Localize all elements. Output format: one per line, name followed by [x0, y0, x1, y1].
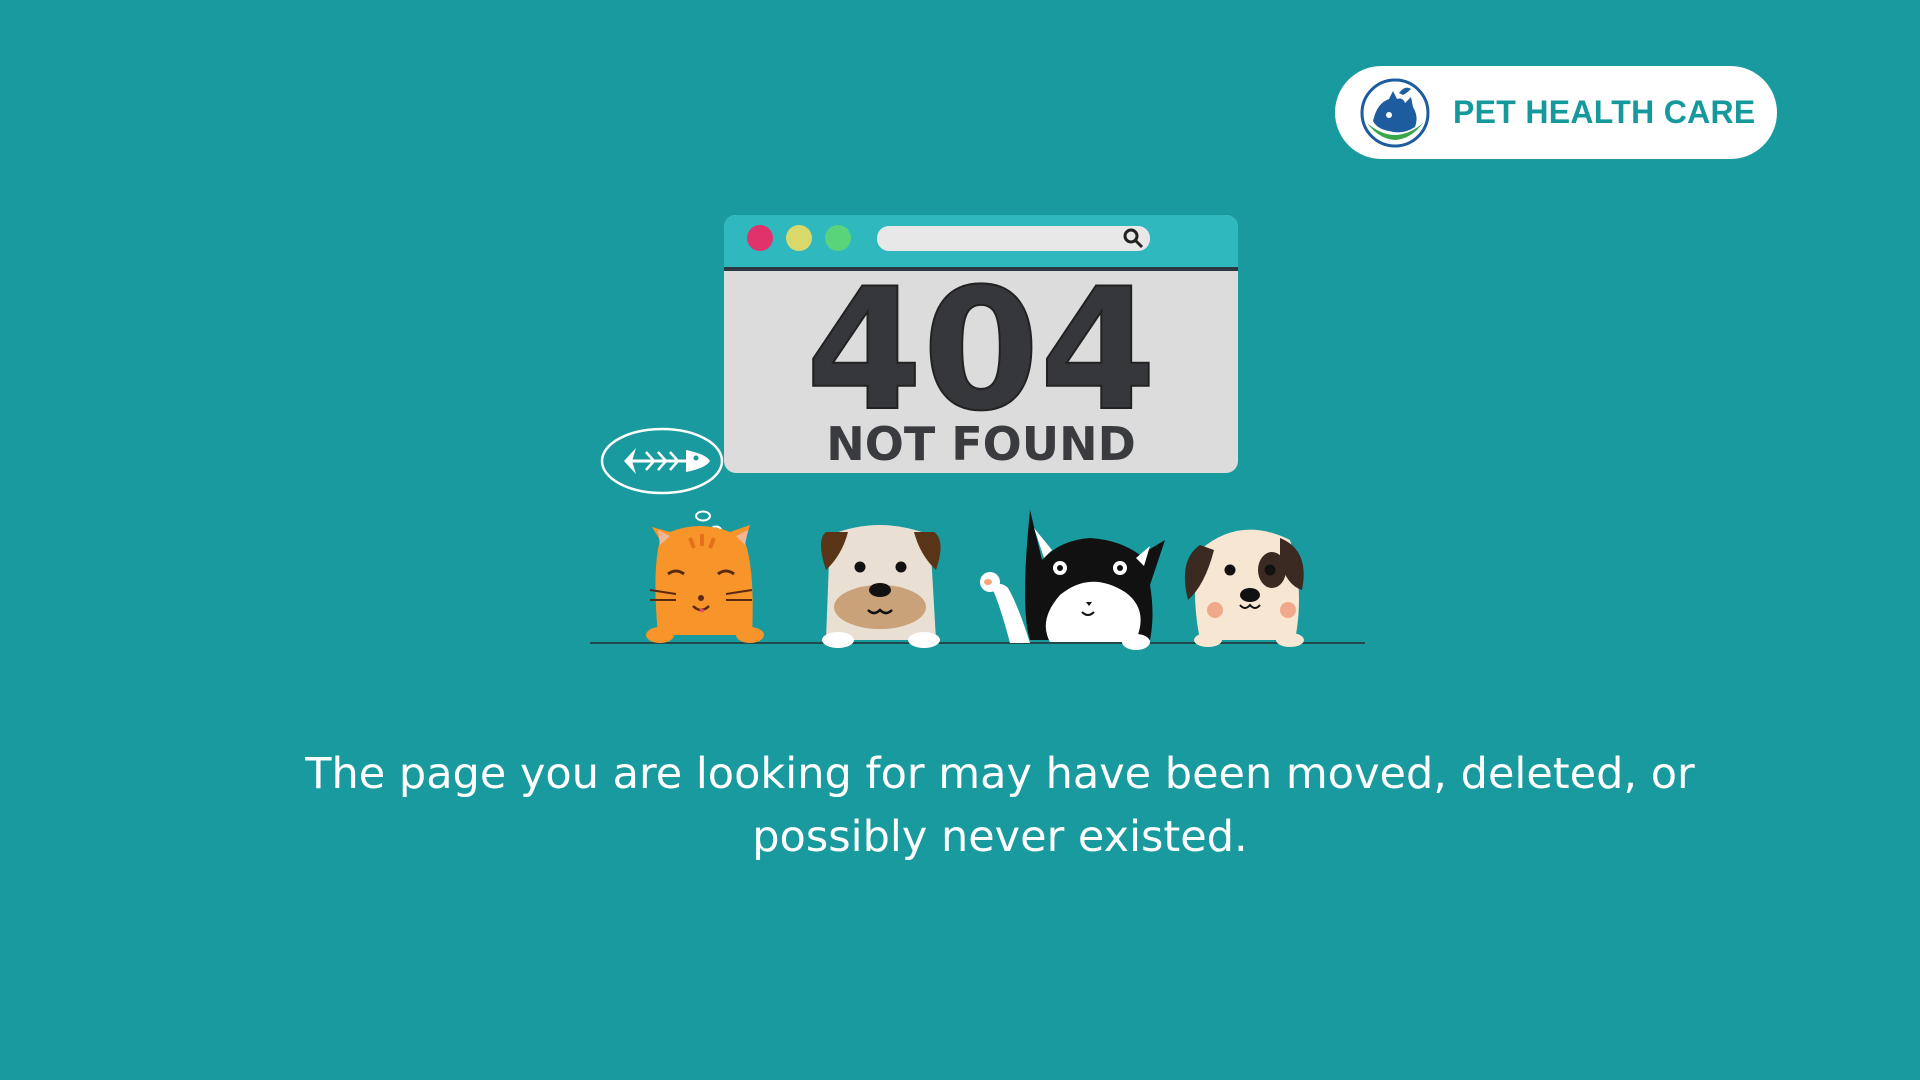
- fish-bone-icon: [624, 448, 710, 474]
- error-page: PET HEALTH CARE 404 NOT FOUND The page y…: [0, 0, 1920, 1080]
- window-maximize-dot: [825, 225, 851, 251]
- tuxedo-cat-graphic: [980, 510, 1165, 650]
- pug-dog-graphic: [821, 525, 941, 648]
- error-caption: NOT FOUND: [826, 417, 1136, 471]
- window-close-dot: [747, 225, 773, 251]
- window-minimize-dot: [786, 225, 812, 251]
- not-found-illustration: 404 NOT FOUND: [590, 210, 1370, 660]
- orange-cat-graphic: [646, 525, 764, 643]
- brand-logo-link[interactable]: PET HEALTH CARE: [1335, 66, 1777, 159]
- pet-emblem-icon: [1360, 78, 1430, 147]
- spotted-dog-graphic: [1184, 529, 1304, 647]
- address-bar: [877, 226, 1150, 251]
- not-found-message: The page you are looking for may have be…: [305, 749, 1695, 862]
- thought-bubble: [600, 427, 724, 535]
- brand-name: PET HEALTH CARE: [1453, 94, 1756, 130]
- browser-window-graphic: 404 NOT FOUND: [724, 215, 1238, 473]
